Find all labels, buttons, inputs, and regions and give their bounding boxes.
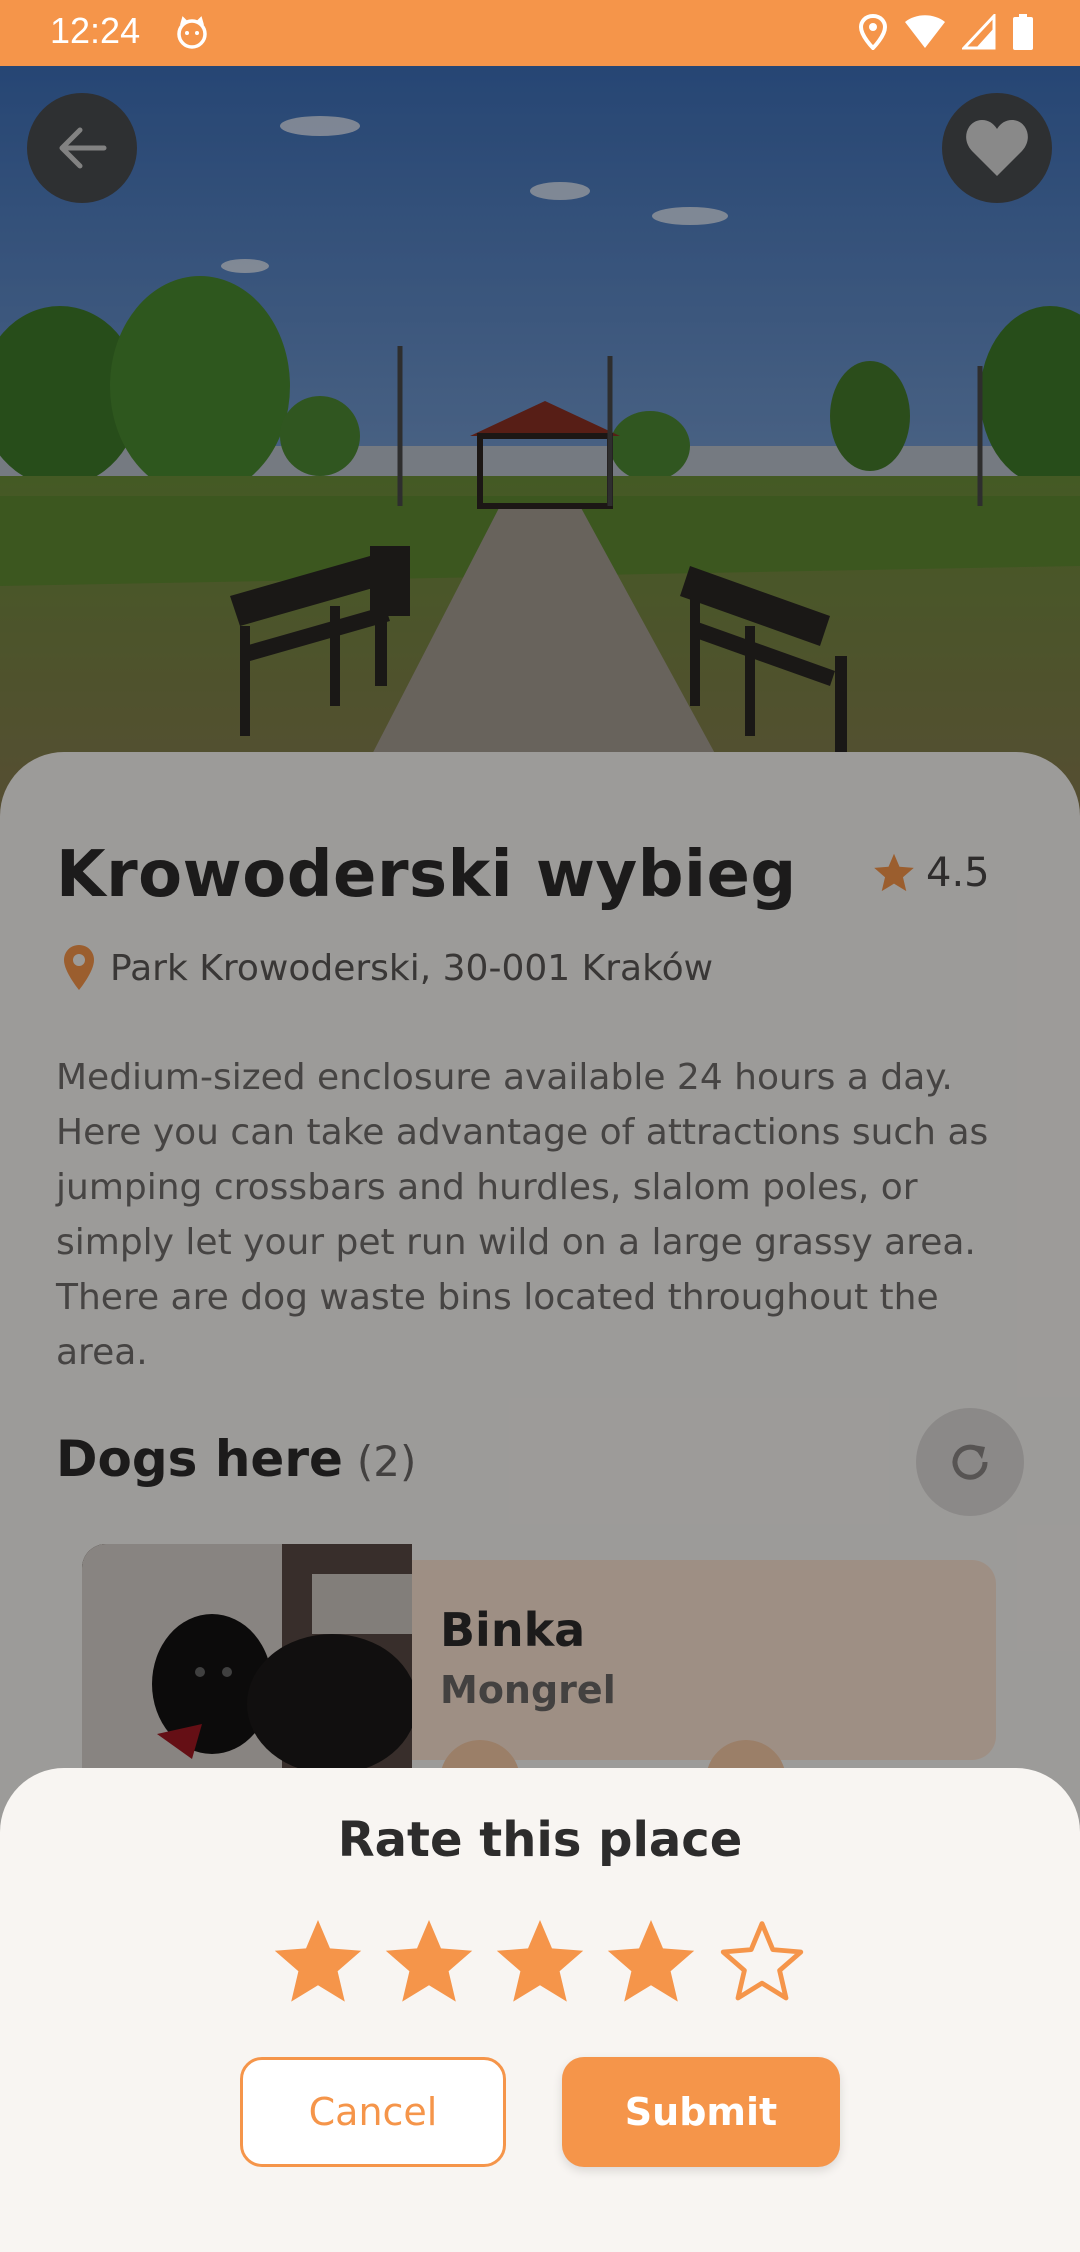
submit-button[interactable]: Submit [562,2057,840,2167]
wifi-icon [905,15,945,48]
star-icon[interactable] [492,1914,588,2010]
cat-face-icon [177,16,207,49]
star-icon[interactable] [270,1914,366,2010]
cancel-button[interactable]: Cancel [240,2057,506,2167]
status-icons [858,12,1034,52]
status-bar: 12:24 [0,0,1080,66]
star-icon[interactable] [381,1914,477,2010]
star-outline-icon[interactable] [714,1914,810,2010]
location-icon [858,14,888,50]
status-time: 12:24 [50,10,141,51]
signal-icon [962,14,996,50]
star-icon[interactable] [603,1914,699,2010]
star-rating-control [270,1914,810,2010]
battery-icon [1013,14,1033,50]
rating-dialog-title: Rate this place [337,1812,743,1868]
